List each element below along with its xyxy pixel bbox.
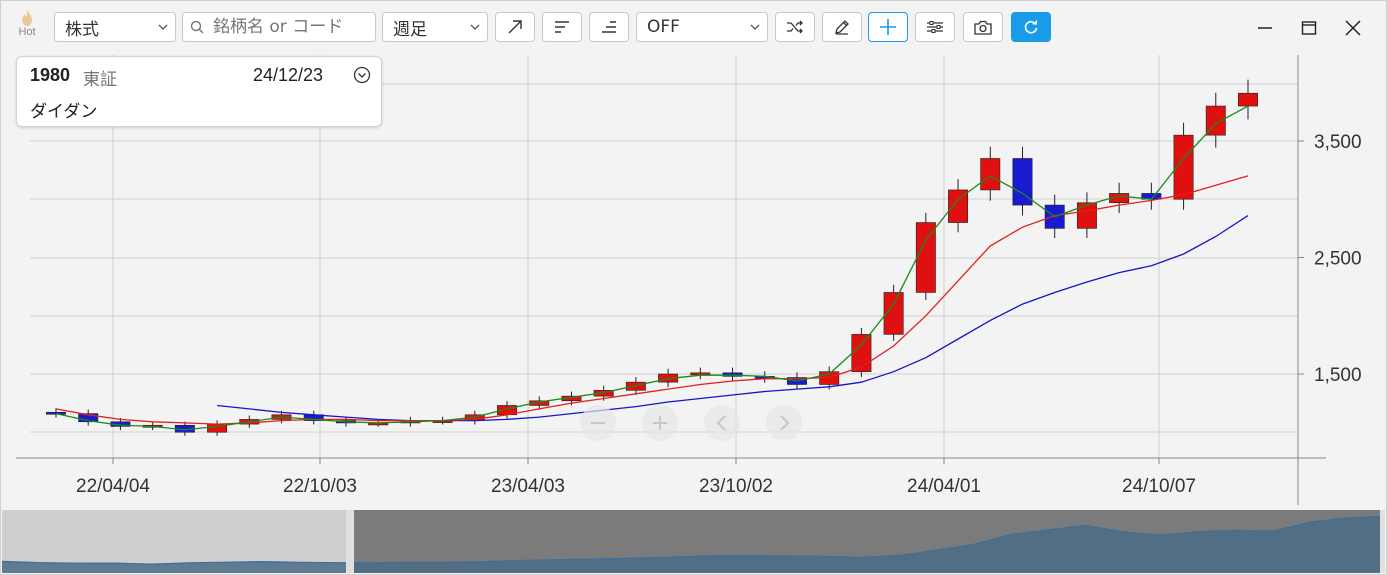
candle	[207, 420, 228, 436]
candle	[980, 146, 1001, 201]
candle-body	[980, 158, 1001, 191]
nav-button-bg	[766, 405, 802, 441]
candle	[1012, 146, 1033, 216]
chart-nav-controls	[580, 405, 802, 441]
candle	[1141, 182, 1162, 210]
stock-name: ダイダン	[30, 102, 98, 122]
y-tick-label: 1,500	[1314, 365, 1362, 386]
candle	[78, 409, 99, 426]
stock-code: 1980	[30, 65, 71, 85]
ma-short-line	[55, 105, 1249, 431]
candle-body	[690, 372, 711, 376]
y-tick-label: 2,500	[1314, 249, 1362, 270]
x-tick-label: 23/10/02	[699, 476, 773, 497]
stock-info-panel: 1980 東証 24/12/23 ダイダン	[16, 56, 382, 127]
x-tick-label: 24/10/07	[1122, 476, 1196, 497]
x-tick-label: 23/04/03	[491, 476, 565, 497]
y-tick-label: 3,500	[1314, 132, 1362, 153]
nav-button-bg	[704, 405, 740, 441]
x-tick-label: 22/10/03	[283, 476, 357, 497]
info-date: 24/12/23	[253, 65, 324, 85]
candle-body	[1238, 92, 1258, 107]
zoom-in-icon[interactable]	[642, 405, 678, 441]
candle-body	[851, 334, 872, 372]
candle	[690, 367, 711, 380]
candle-body	[915, 222, 936, 293]
x-tick-label: 24/04/01	[907, 476, 981, 497]
scroll-right-icon[interactable]	[766, 405, 802, 441]
moving-average-lines	[55, 105, 1249, 431]
navigator-panel	[1, 510, 1386, 573]
ma-long-line	[217, 215, 1249, 422]
candle	[915, 212, 936, 301]
market-label: 東証	[83, 70, 117, 90]
zoom-out-icon[interactable]	[580, 405, 616, 441]
navigator-handle-right[interactable]	[1380, 510, 1385, 573]
navigator-handle-left[interactable]	[346, 510, 354, 573]
scroll-left-icon[interactable]	[704, 405, 740, 441]
x-tick-label: 22/04/04	[76, 476, 150, 497]
candle	[1238, 79, 1258, 120]
collapse-chevron-icon[interactable]	[353, 66, 371, 89]
candle	[722, 367, 743, 382]
ma-mid-line	[55, 175, 1249, 425]
candle	[948, 179, 969, 233]
candle-body	[1076, 202, 1097, 229]
